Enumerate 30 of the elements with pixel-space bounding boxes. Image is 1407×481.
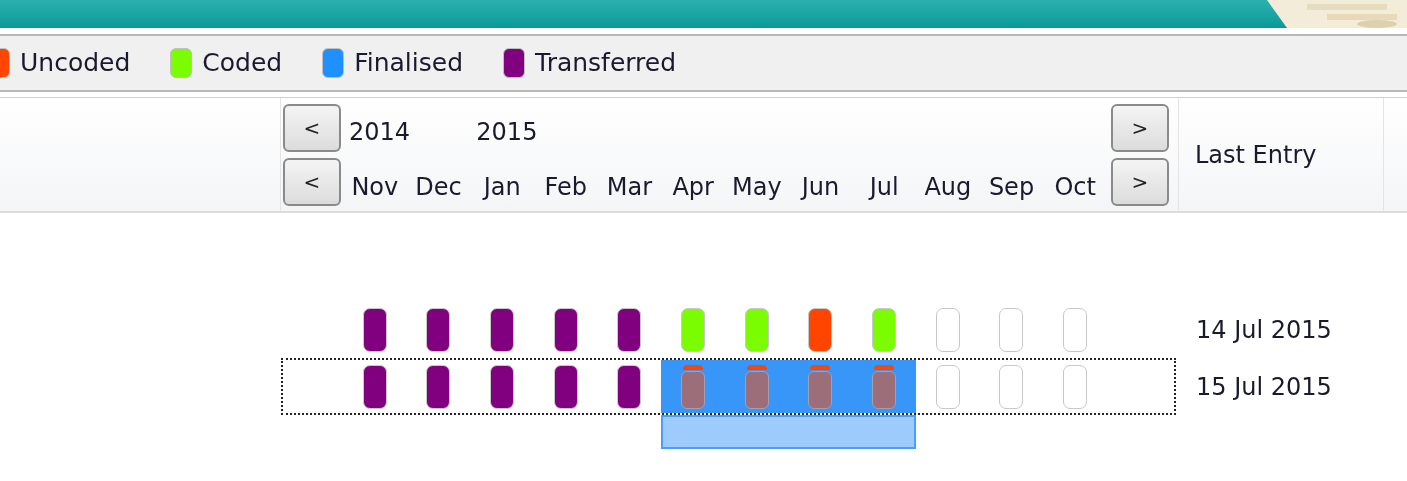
year-label: 2014 — [349, 118, 411, 146]
month-label: Aug — [924, 171, 972, 203]
month-label: Sep — [988, 171, 1035, 203]
month-label: Oct — [1054, 171, 1096, 203]
timeline-row[interactable] — [281, 358, 1176, 415]
status-marker — [681, 364, 706, 409]
legend-label: Finalised — [354, 47, 464, 80]
next-month-button[interactable]: > — [1111, 157, 1169, 206]
month-label: Mar — [606, 171, 653, 203]
month-label: Jul — [869, 171, 899, 203]
last-entry-date: 14 Jul 2015 — [1196, 315, 1332, 344]
legend-label: Coded — [202, 47, 283, 80]
status-marker — [872, 364, 897, 409]
status-marker — [808, 364, 833, 409]
month-label: Feb — [544, 171, 588, 203]
legend-label: Uncoded — [20, 47, 131, 80]
previous-month-button[interactable]: < — [283, 157, 341, 206]
legend-label: Transferred — [535, 47, 677, 80]
next-year-button[interactable]: > — [1111, 103, 1169, 152]
column-header: Last Entry — [1195, 139, 1317, 171]
month-label: Jun — [801, 171, 840, 203]
month-label: May — [732, 171, 782, 203]
previous-year-button[interactable]: < — [283, 103, 341, 152]
status-marker — [744, 364, 769, 409]
month-label: Nov — [351, 171, 399, 203]
month-label: Dec — [415, 171, 462, 203]
month-label: Apr — [672, 171, 714, 203]
month-label: Jan — [483, 171, 521, 203]
last-entry-date: 15 Jul 2015 — [1196, 372, 1332, 401]
year-label: 2015 — [476, 118, 538, 146]
